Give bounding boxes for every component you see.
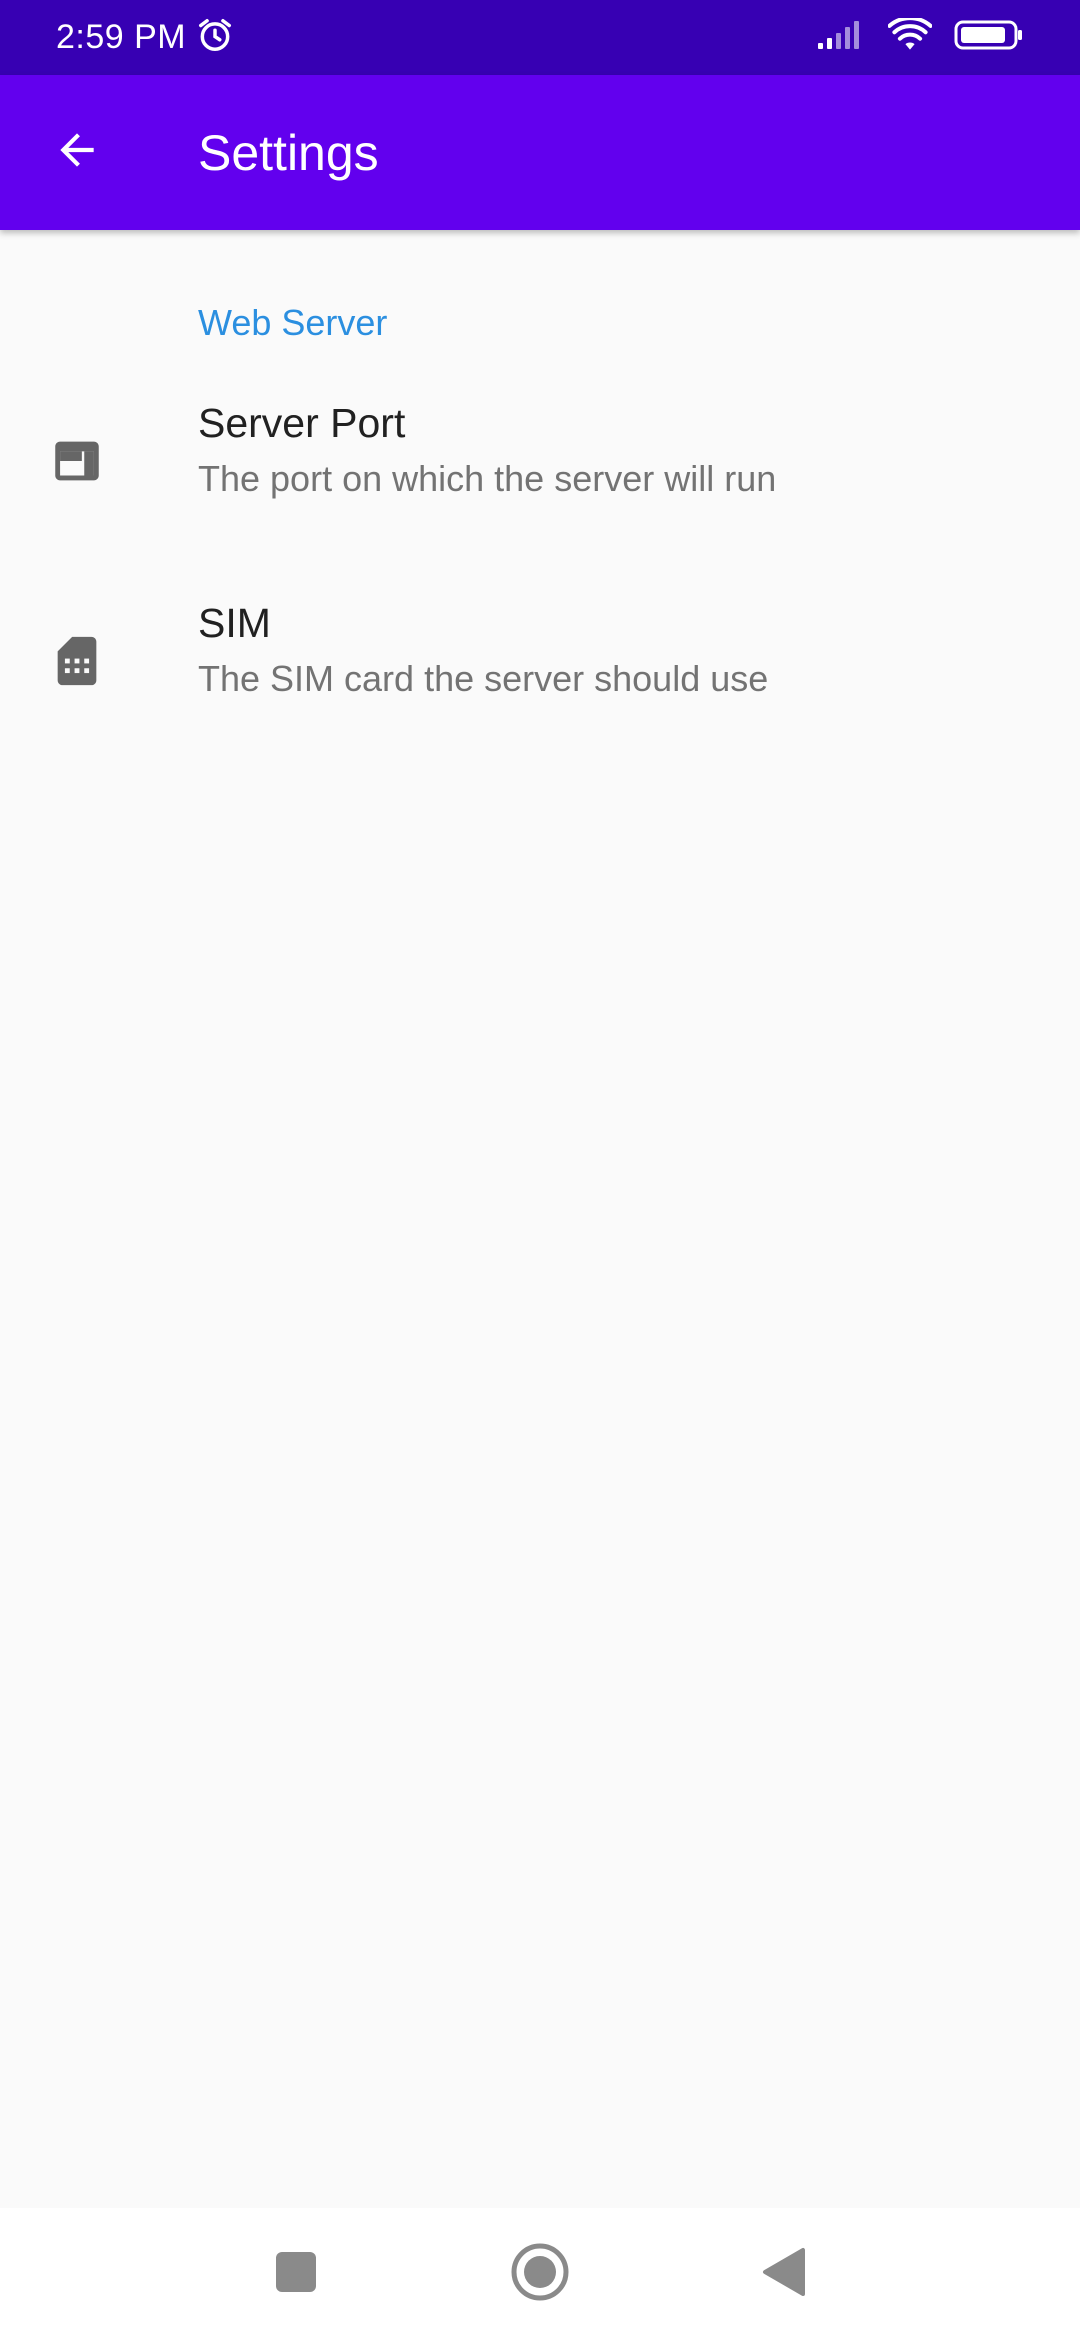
pref-title: SIM — [198, 600, 271, 646]
battery-icon — [954, 19, 1024, 56]
pref-summary: The SIM card the server should use — [198, 658, 769, 699]
recents-button[interactable] — [258, 2236, 334, 2312]
app-bar: Settings — [0, 75, 1080, 230]
wifi-icon — [887, 16, 933, 57]
signal-icon — [816, 19, 866, 56]
system-nav-bar — [0, 2208, 1080, 2340]
home-icon — [510, 2242, 570, 2307]
page-title: Settings — [198, 124, 379, 181]
pref-item-server-port[interactable]: Server Port The port on which the server… — [0, 390, 1080, 590]
status-time: 2:59 PM — [56, 18, 187, 56]
web-asset-icon — [48, 432, 106, 490]
nav-back-button[interactable] — [745, 2236, 821, 2312]
back-icon — [759, 2246, 807, 2303]
arrow-back-icon — [52, 125, 102, 180]
alarm-icon — [196, 16, 234, 59]
pref-title: Server Port — [198, 400, 406, 446]
home-button[interactable] — [502, 2236, 578, 2312]
recents-icon — [274, 2250, 318, 2299]
back-button[interactable] — [22, 98, 132, 208]
pref-summary: The port on which the server will run — [198, 458, 777, 499]
sim-card-icon — [48, 632, 106, 690]
pref-item-sim[interactable]: SIM The SIM card the server should use — [0, 590, 1080, 790]
status-bar: 2:59 PM — [0, 0, 1080, 75]
category-title: Web Server — [198, 302, 388, 343]
